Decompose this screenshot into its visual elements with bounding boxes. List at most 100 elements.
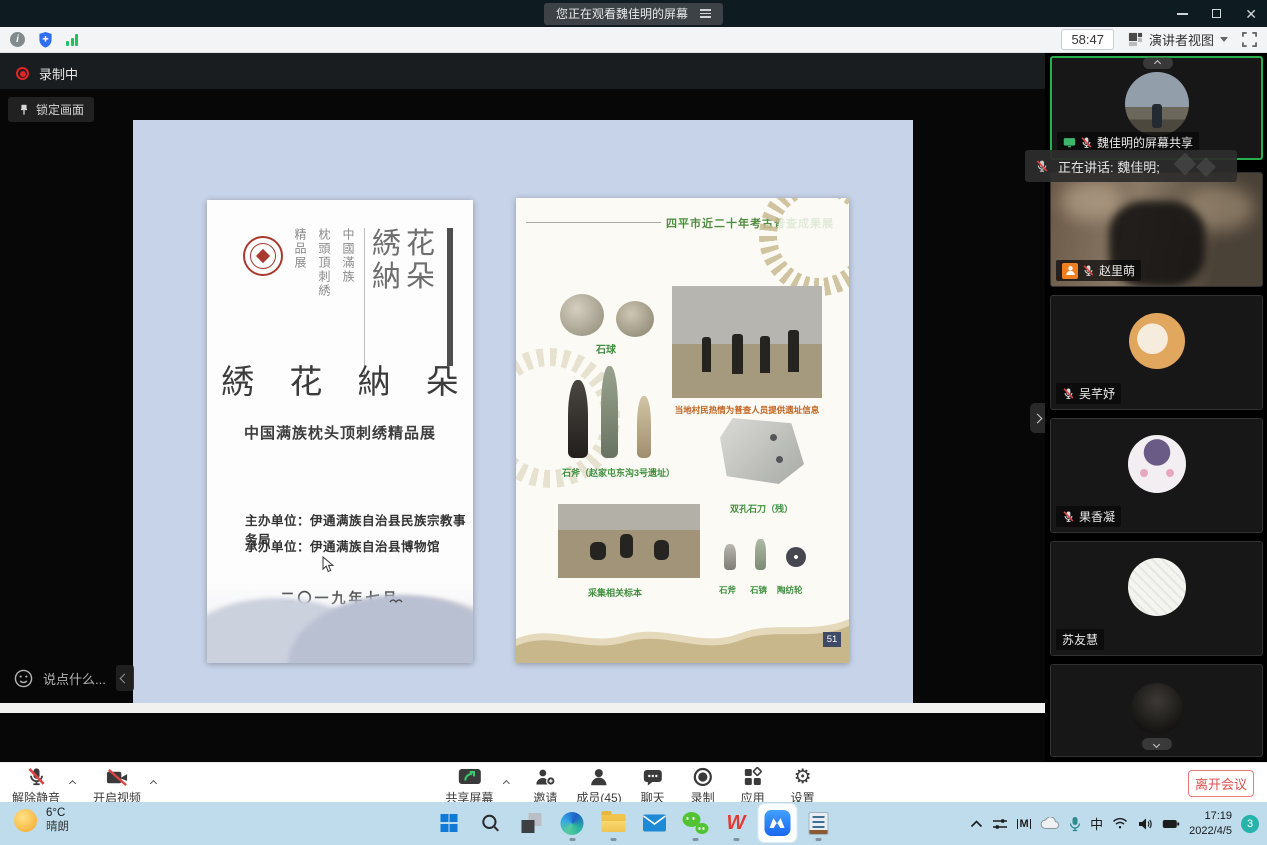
scroll-up-button[interactable] [1143,57,1173,69]
undertaker-org-line: 承办单位：伊通满族自治县博物馆 [245,536,440,555]
members-button[interactable]: 成员(45) [572,766,625,806]
windows-taskbar: 6°C 晴朗 [0,802,1267,845]
im-tray-icon[interactable]: M [1017,818,1031,830]
slide-subtitle: 中国满族枕头顶刺绣精品展 [207,422,473,443]
taskbar-clock[interactable]: 17:19 2022/4/5 [1189,809,1232,838]
stage-top-band [0,53,1045,89]
mail-icon [642,814,666,832]
participant-name: 苏友慧 [1062,631,1098,648]
sun-icon [14,809,37,832]
start-button[interactable] [430,804,468,842]
vertical-col-series: 中國滿族 [340,228,357,284]
invite-button[interactable]: 邀请 [522,766,568,806]
participant-tile[interactable]: 赵里萌 [1050,172,1263,287]
bird-icon [389,598,403,604]
network-quality-icon[interactable] [66,34,78,46]
search-button[interactable] [471,804,509,842]
taskbar-tray: M 中 17:19 2022/4/5 [970,802,1259,845]
settings-button[interactable]: ⚙ 设置 [780,766,826,806]
invite-icon [535,768,556,787]
record-button[interactable]: 录制 [680,766,726,806]
unmute-button[interactable]: 解除静音 [8,766,64,806]
folder-icon [601,814,625,832]
mixer-icon[interactable] [992,817,1008,831]
wechat-button[interactable] [676,804,714,842]
meeting-timer: 58:47 [1061,29,1114,50]
meeting-app-button[interactable] [758,804,796,842]
wave-ornament [516,615,849,663]
video-options-caret[interactable] [149,766,158,800]
mail-button[interactable] [635,804,673,842]
chat-collapse-button[interactable] [116,665,134,691]
participant-tile[interactable]: 苏友慧 [1050,541,1263,656]
share-screen-button[interactable]: 共享屏幕 [441,766,497,806]
participant-tile[interactable] [1050,664,1263,757]
mic-tray-icon[interactable] [1069,816,1081,832]
villagers-photo [672,286,822,398]
chat-button[interactable]: 聊天 [630,766,676,806]
record-icon [693,767,713,787]
view-mode-label: 演讲者视图 [1149,30,1214,49]
view-mode-select[interactable]: 演讲者视图 [1128,30,1228,49]
task-view-button[interactable] [512,804,550,842]
chat-placeholder: 说点什么... [43,669,106,688]
stone-axe-photo [637,396,651,458]
apps-button[interactable]: 应用 [730,766,776,806]
edge-button[interactable] [553,804,591,842]
sidebar-collapse-handle[interactable] [1030,403,1045,433]
file-explorer-button[interactable] [594,804,632,842]
speaking-label: 正在讲话: 魏佳明; [1058,157,1160,176]
participant-tile[interactable]: 果香凝 [1050,418,1263,533]
mouse-cursor [322,556,334,573]
share-options-caret[interactable] [501,766,510,800]
watermark-diamond [1174,153,1197,176]
notification-badge[interactable]: 3 [1241,815,1259,833]
battery-icon[interactable] [1162,819,1180,829]
vertical-col-type: 枕頭頂刺綉 [316,228,333,298]
security-shield-icon[interactable] [38,31,53,48]
leave-meeting-button[interactable]: 离开会议 [1188,770,1254,797]
viewing-banner[interactable]: 您正在观看魏佳明的屏幕 [544,3,723,25]
taskbar-weather-widget[interactable]: 6°C 晴朗 [14,806,69,835]
lock-view-button[interactable]: 锁定画面 [8,97,94,122]
participant-name: 吴芊妤 [1079,385,1115,402]
banner-menu-icon[interactable] [700,9,711,18]
ime-indicator[interactable]: 中 [1090,814,1103,833]
mic-muted-icon [1080,136,1093,149]
view-mode-caret-icon [1220,37,1228,42]
jade-ring-ornament [759,198,849,296]
camera-off-icon [106,768,129,787]
audio-options-caret[interactable] [68,766,77,800]
participant-name-pill: 赵里萌 [1056,260,1141,281]
volume-icon[interactable] [1137,817,1153,831]
wifi-icon[interactable] [1112,817,1128,830]
start-video-button[interactable]: 开启视频 [89,766,145,806]
wps-button[interactable]: W [717,804,755,842]
scroll-down-button[interactable] [1142,738,1172,750]
notepad-icon [808,812,828,835]
minimize-button[interactable] [1177,13,1188,15]
cloud-icon[interactable] [1040,817,1060,830]
emoji-icon[interactable] [14,669,33,688]
stone-ball-photo [560,294,604,336]
participant-tile[interactable]: 吴芊妤 [1050,295,1263,410]
collecting-photo [558,504,700,578]
window-titlebar: 您正在观看魏佳明的屏幕 ✕ [0,0,1267,27]
meeting-info-icon[interactable]: i [10,32,25,47]
vertical-col-exhibit: 精品展 [292,228,309,270]
maximize-button[interactable] [1212,9,1221,18]
slide-title: 綉 花 納 朵 [207,355,473,403]
participant-name-pill: 吴芊妤 [1056,383,1121,404]
fullscreen-icon[interactable] [1242,32,1257,47]
participant-name-pill: 苏友慧 [1056,629,1104,650]
stone-ball-label: 石球 [596,341,616,356]
close-button[interactable]: ✕ [1245,7,1257,21]
tray-expand-icon[interactable] [970,820,983,828]
notepad-button[interactable] [799,804,837,842]
villagers-label: 当地村民热情为普查人员提供遗址信息 [664,404,830,416]
quick-chat-input[interactable]: 说点什么... [14,665,134,691]
participant-avatar [1129,313,1185,369]
participant-tile-speaker[interactable]: 魏佳明的屏幕共享 [1050,56,1263,160]
mic-muted-icon [1035,159,1049,173]
windows-logo-icon [440,814,458,832]
